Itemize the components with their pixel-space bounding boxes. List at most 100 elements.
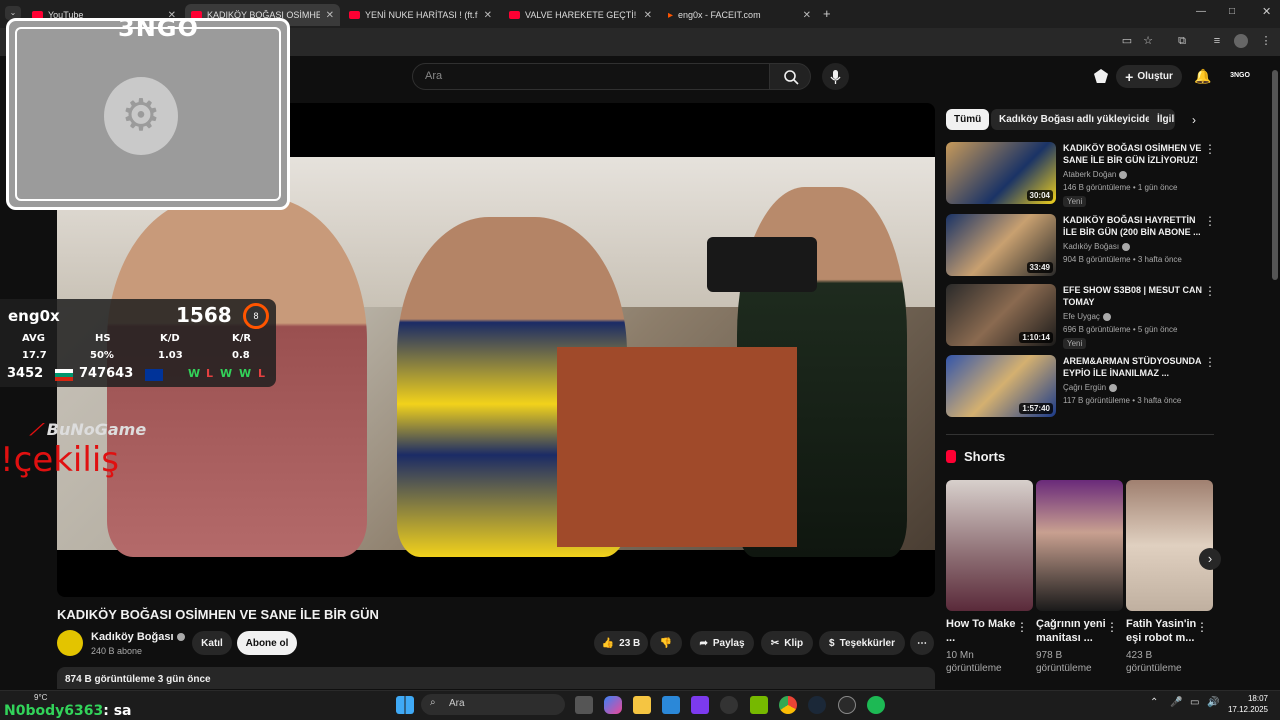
like-button[interactable]: 👍 23 B <box>594 631 648 655</box>
reading-list-icon[interactable]: ≡ <box>1210 34 1224 48</box>
dislike-button[interactable]: 👎 <box>650 631 682 655</box>
chip-related[interactable]: İlgili <box>1149 109 1175 130</box>
recommendation-item[interactable]: 30:04 KADIKÖY BOĞASI OSİMHEN VE SANE İLE… <box>946 142 1216 210</box>
more-vert-icon[interactable]: ⋮ <box>1204 214 1216 228</box>
recommendation-title: EFE SHOW S3B08 | MESUT CAN TOMAY <box>1063 285 1203 307</box>
profile-icon[interactable] <box>1234 34 1248 48</box>
steam-icon[interactable] <box>808 696 826 714</box>
task-view-icon[interactable] <box>575 696 593 714</box>
thanks-button[interactable]: $ Teşekkürler <box>819 631 905 655</box>
new-tab-button[interactable]: + <box>823 6 831 21</box>
bookmark-star-icon[interactable]: ☆ <box>1141 34 1155 48</box>
extensions-icon[interactable]: ⧉ <box>1175 34 1189 48</box>
shorts-heading: Shorts <box>946 449 1005 464</box>
volume-icon[interactable]: 🔊 <box>1207 697 1219 708</box>
share-button[interactable]: ➦ Paylaş <box>690 631 754 655</box>
start-windows-icon[interactable] <box>396 696 414 714</box>
verified-icon <box>176 633 185 642</box>
system-clock[interactable]: 18:07 17.12.2025 <box>1226 693 1268 715</box>
chevron-right-icon[interactable]: › <box>1192 113 1196 127</box>
tab-faceit[interactable]: ▸ eng0x - FACEIT.com ✕ <box>662 4 817 26</box>
recommendation-meta: 117 B görüntüleme • 3 hafta önce <box>1063 396 1182 405</box>
chip-from-uploader[interactable]: Kadıköy Boğası adlı yükleyiciden <box>991 109 1165 130</box>
plus-icon: + <box>1125 68 1134 85</box>
faceit-level-icon: 8 <box>243 303 269 329</box>
search-button[interactable] <box>769 63 811 90</box>
more-vert-icon[interactable]: ⋮ <box>1016 620 1028 634</box>
channel-avatar[interactable] <box>57 630 83 656</box>
stat-value-avg: 17.7 <box>22 350 47 361</box>
more-vert-icon[interactable]: ⋮ <box>1196 620 1208 634</box>
recommendation-channel: Kadıköy Boğası <box>1063 242 1131 251</box>
short-thumbnail[interactable] <box>946 480 1033 611</box>
sponsor-logo: ⟋ BuNoGame <box>30 420 147 439</box>
cast-icon[interactable]: ▭ <box>1120 34 1134 48</box>
faceit-app-icon[interactable] <box>838 696 856 714</box>
network-icon[interactable]: ▭ <box>1190 697 1199 708</box>
short-thumbnail[interactable] <box>1126 480 1213 611</box>
more-vert-icon[interactable]: ⋮ <box>1204 142 1216 156</box>
close-window-button[interactable]: ✕ <box>1262 5 1271 18</box>
tray-chevron-icon[interactable]: ⌃ <box>1150 697 1158 708</box>
close-icon[interactable]: ✕ <box>326 10 334 21</box>
stat-label-hs: HS <box>95 333 111 344</box>
close-icon[interactable]: ✕ <box>644 10 652 21</box>
search-icon <box>784 70 799 85</box>
close-icon[interactable]: ✕ <box>803 10 811 21</box>
short-views: 978 B görüntüleme <box>1036 650 1092 674</box>
more-vert-icon[interactable]: ⋮ <box>1204 355 1216 369</box>
short-thumbnail[interactable] <box>1036 480 1123 611</box>
app-icon[interactable] <box>720 696 738 714</box>
voice-search-button[interactable] <box>822 63 849 90</box>
join-button[interactable]: Katıl <box>192 631 232 655</box>
recommendation-item[interactable]: 1:57:40 AREM&ARMAN STÜDYOSUNDA EYPİO İLE… <box>946 355 1216 423</box>
scissors-icon: ✂ <box>770 637 780 649</box>
verified-icon <box>1122 242 1131 251</box>
search-input[interactable]: Ara <box>412 63 770 90</box>
more-actions-button[interactable]: ⋯ <box>910 631 934 655</box>
xbox-app-icon[interactable] <box>691 696 709 714</box>
subscribe-button[interactable]: Abone ol <box>237 631 297 655</box>
faceit-stats-overlay: eng0x 1568 8 AVG HS K/D K/R 17.7 50% 1.0… <box>0 299 276 387</box>
maximize-button[interactable]: □ <box>1229 6 1235 17</box>
more-vert-icon[interactable]: ⋮ <box>1106 620 1118 634</box>
recommendation-item[interactable]: 1:10:14 EFE SHOW S3B08 | MESUT CAN TOMAY… <box>946 284 1216 352</box>
close-icon[interactable]: ✕ <box>484 10 492 21</box>
spotify-icon[interactable] <box>867 696 885 714</box>
create-button[interactable]: + Oluştur <box>1116 65 1182 88</box>
tab-valve[interactable]: VALVE HAREKETE GEÇTİ! ANUB✕ <box>503 4 658 26</box>
description-box[interactable]: 874 B görüntüleme 3 gün önce <box>57 667 935 689</box>
scrollbar[interactable] <box>1272 70 1278 280</box>
minimize-button[interactable]: — <box>1196 6 1206 17</box>
tab-nuke[interactable]: YENİ NUKE HARİTASI ! (ft.fifine✕ <box>343 4 498 26</box>
youtube-icon <box>509 11 520 19</box>
country-rank: 3452 <box>7 366 44 381</box>
short-title: How To Make ... <box>946 618 1016 644</box>
more-vert-icon[interactable]: ⋮ <box>1204 284 1216 298</box>
search-icon: ⌕ <box>430 697 436 708</box>
chrome-icon[interactable] <box>779 696 797 714</box>
youtube-icon <box>349 11 360 19</box>
weather-widget[interactable]: 9°C <box>34 693 47 702</box>
copilot-icon[interactable] <box>604 696 622 714</box>
taskbar-search[interactable]: Ara <box>421 694 565 715</box>
recommendation-item[interactable]: 33:49 KADIKÖY BOĞASI HAYRETTİN İLE BİR G… <box>946 214 1216 282</box>
chip-all[interactable]: Tümü <box>946 109 990 130</box>
file-explorer-icon[interactable] <box>633 696 651 714</box>
flag-bulgaria-icon <box>55 369 73 381</box>
nvidia-icon[interactable] <box>750 696 768 714</box>
thanks-icon: $ <box>829 637 835 649</box>
clip-button[interactable]: ✂ Klip <box>761 631 813 655</box>
store-icon[interactable] <box>662 696 680 714</box>
account-avatar[interactable]: 3NGO <box>1230 67 1250 85</box>
studio-icon[interactable] <box>1094 69 1108 83</box>
flag-eu-icon <box>145 369 163 381</box>
browser-menu-icon[interactable]: ⋮ <box>1259 34 1273 48</box>
shorts-icon <box>946 450 956 463</box>
channel-name[interactable]: Kadıköy Boğası <box>91 631 185 643</box>
shorts-next-button[interactable]: › <box>1199 548 1221 570</box>
recommendation-channel: Çağrı Ergün <box>1063 383 1118 392</box>
camera-object <box>707 237 817 292</box>
notifications-bell-icon[interactable]: 🔔 <box>1194 68 1211 85</box>
mic-tray-icon[interactable]: 🎤 <box>1170 697 1182 708</box>
